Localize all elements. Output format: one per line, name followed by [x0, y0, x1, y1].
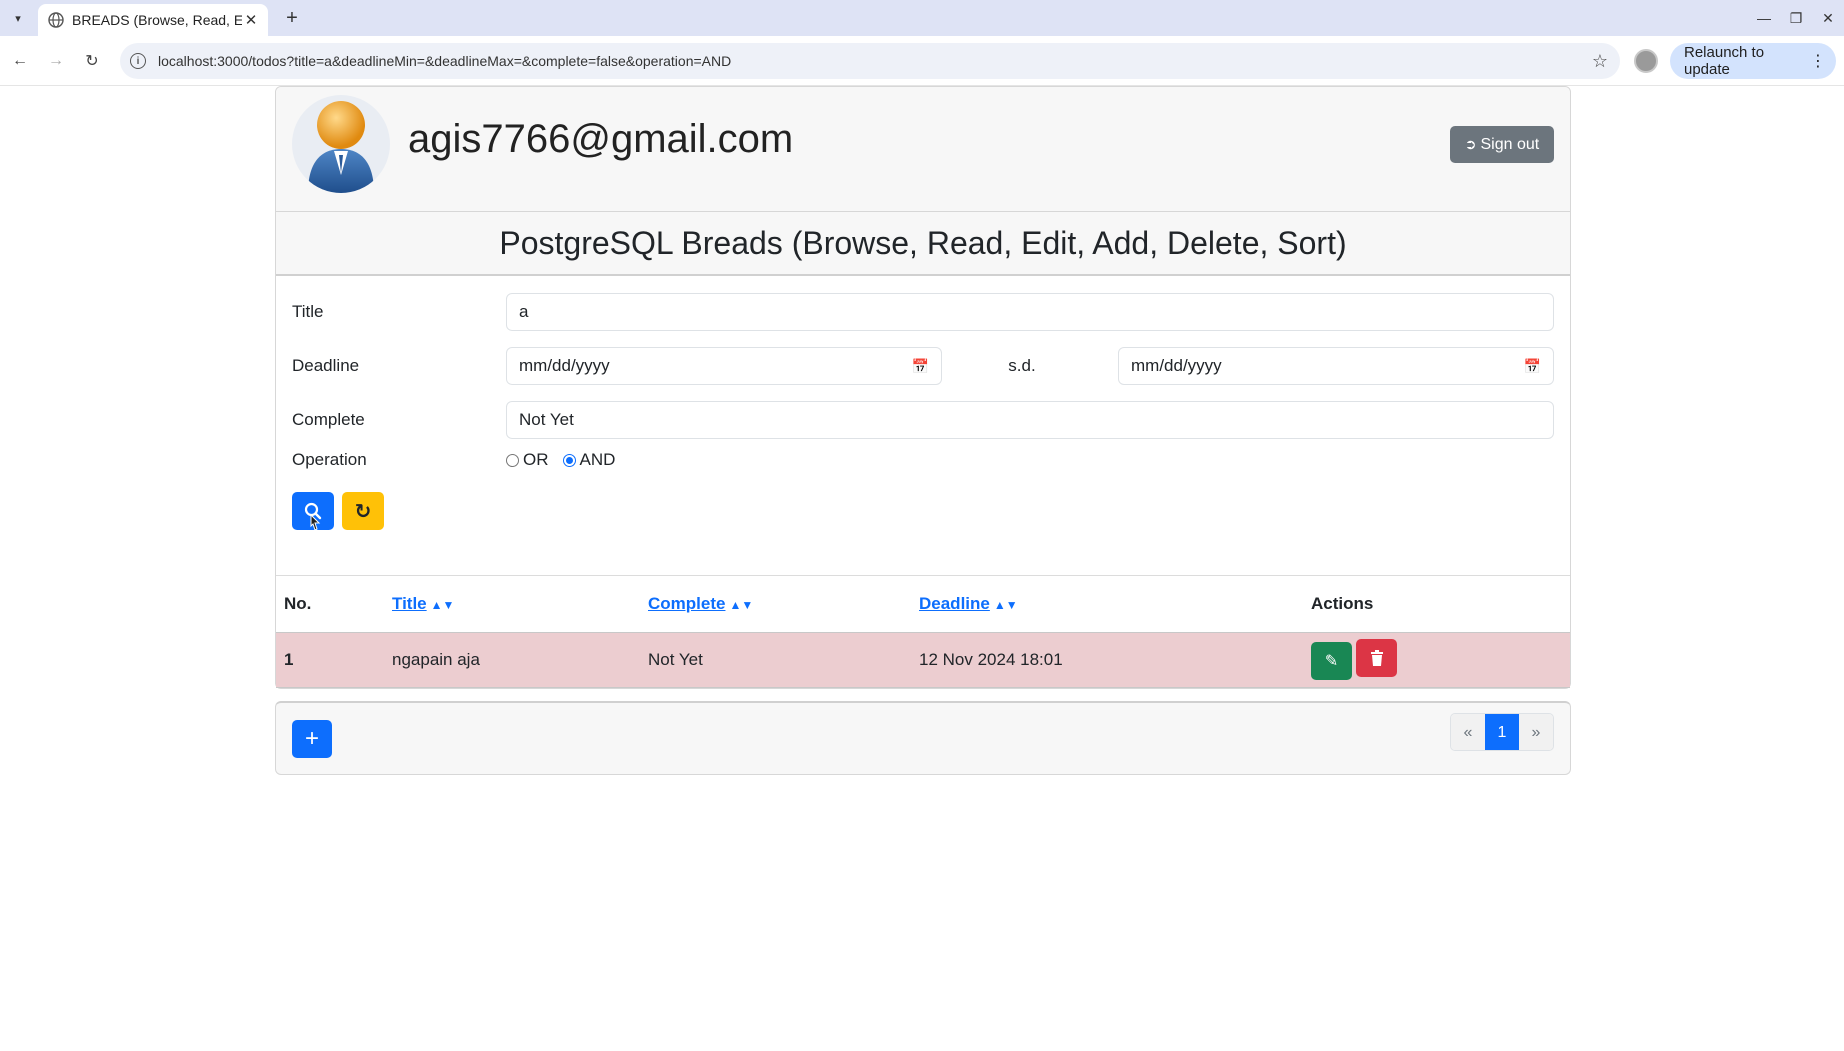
sign-out-icon: ➲: [1464, 136, 1477, 152]
row-complete: Not Yet: [640, 632, 911, 688]
new-tab-icon[interactable]: +: [280, 6, 304, 30]
site-info-icon[interactable]: i: [130, 53, 146, 69]
operation-filter-row: Operation OR AND: [292, 448, 1554, 472]
deadline-max-input[interactable]: mm/dd/yyyy 📅: [1118, 347, 1554, 385]
reload-icon[interactable]: ↻: [80, 49, 104, 73]
sort-icon[interactable]: ▲▼: [431, 598, 455, 612]
pagination-page-current[interactable]: 1: [1485, 714, 1519, 750]
main-container: agis7766@gmail.com ➲ Sign out PostgreSQL…: [275, 86, 1571, 689]
row-no: 1: [276, 632, 384, 688]
footer-bar: + « 1 »: [275, 701, 1571, 775]
more-options-icon[interactable]: ⋮: [1810, 51, 1826, 71]
sort-icon[interactable]: ▲▼: [729, 598, 753, 612]
title-filter-label: Title: [292, 302, 324, 321]
mouse-cursor-icon: [310, 514, 321, 531]
browser-tab-bar: ▾ BREADS (Browse, Read, Edit, Add, Delet…: [0, 0, 1844, 36]
reset-button[interactable]: ↻: [342, 492, 384, 530]
todo-table: No. Title ▲▼ Complete ▲▼ Deadline ▲▼ Action…: [276, 576, 1570, 688]
deadline-min-placeholder: mm/dd/yyyy: [519, 356, 610, 375]
globe-icon: [48, 12, 64, 28]
deadline-max-placeholder: mm/dd/yyyy: [1131, 356, 1222, 375]
add-todo-button[interactable]: +: [292, 720, 332, 758]
close-window-icon[interactable]: ✕: [1814, 6, 1842, 30]
browser-tab[interactable]: BREADS (Browse, Read, Edit, Add, Delete,…: [38, 4, 268, 36]
refresh-icon: ↻: [354, 500, 372, 523]
table-row: 1 ngapain aja Not Yet 12 Nov 2024 18:01 …: [276, 632, 1570, 688]
edit-button[interactable]: ✎: [1311, 642, 1352, 680]
row-actions: ✎: [1303, 632, 1570, 688]
title-filter-input[interactable]: a: [506, 293, 1554, 331]
title-bar: PostgreSQL Breads (Browse, Read, Edit, A…: [276, 212, 1570, 276]
sort-title-link[interactable]: Title: [392, 594, 427, 613]
sd-label: s.d.: [1008, 356, 1036, 375]
operation-filter-label: Operation: [292, 450, 367, 469]
trash-icon: [1370, 650, 1383, 666]
tab-search-chevron-icon[interactable]: ▾: [8, 8, 28, 28]
operation-radio-group: OR AND: [506, 450, 629, 470]
close-tab-icon[interactable]: ✕: [242, 11, 260, 29]
page-title: PostgreSQL Breads (Browse, Read, Edit, A…: [499, 224, 1347, 261]
pagination-prev[interactable]: «: [1451, 714, 1485, 750]
row-deadline: 12 Nov 2024 18:01: [911, 632, 1303, 688]
minimize-icon[interactable]: —: [1750, 6, 1778, 30]
complete-filter-row: Complete Not Yet: [292, 401, 1554, 439]
url-text: localhost:3000/todos?title=a&deadlineMin…: [158, 53, 732, 69]
relaunch-button[interactable]: Relaunch to update ⋮: [1670, 43, 1836, 79]
user-email: agis7766@gmail.com: [408, 117, 794, 161]
sort-deadline-link[interactable]: Deadline: [919, 594, 990, 613]
deadline-filter-row: Deadline mm/dd/yyyy 📅 s.d. mm/dd/yyyy 📅: [292, 347, 1554, 385]
filter-form: Title a Deadline mm/dd/yyyy 📅 s.d. mm/dd…: [276, 276, 1570, 576]
calendar-icon[interactable]: 📅: [1524, 358, 1541, 375]
deadline-min-input[interactable]: mm/dd/yyyy 📅: [506, 347, 942, 385]
forward-icon[interactable]: →: [44, 49, 68, 73]
delete-button[interactable]: [1356, 639, 1397, 677]
calendar-icon[interactable]: 📅: [912, 358, 929, 375]
operation-or-label[interactable]: OR: [523, 450, 549, 470]
col-no: No.: [276, 576, 384, 633]
profile-avatar-icon[interactable]: [1634, 49, 1658, 73]
complete-filter-label: Complete: [292, 410, 365, 429]
table-header-row: No. Title ▲▼ Complete ▲▼ Deadline ▲▼ Action…: [276, 576, 1570, 633]
bookmark-star-icon[interactable]: ☆: [1592, 51, 1608, 72]
operation-and-radio[interactable]: [562, 453, 576, 467]
col-complete[interactable]: Complete ▲▼: [640, 576, 911, 633]
todo-card: agis7766@gmail.com ➲ Sign out PostgreSQL…: [275, 86, 1571, 689]
col-actions: Actions: [1303, 576, 1570, 633]
operation-and-label[interactable]: AND: [580, 450, 616, 470]
sort-complete-link[interactable]: Complete: [648, 594, 725, 613]
address-bar[interactable]: i localhost:3000/todos?title=a&deadlineM…: [120, 43, 1620, 79]
tab-title: BREADS (Browse, Read, Edit, Add, Delete,…: [72, 12, 242, 28]
user-avatar-icon: [292, 95, 390, 193]
back-icon[interactable]: ←: [8, 49, 32, 73]
col-title[interactable]: Title ▲▼: [384, 576, 640, 633]
pagination: « 1 »: [1450, 713, 1554, 751]
row-title: ngapain aja: [384, 632, 640, 688]
sign-out-button[interactable]: ➲ Sign out: [1450, 126, 1554, 163]
browser-toolbar: ← → ↻ i localhost:3000/todos?title=a&dea…: [0, 36, 1844, 86]
sort-icon[interactable]: ▲▼: [994, 598, 1018, 612]
col-deadline[interactable]: Deadline ▲▼: [911, 576, 1303, 633]
user-header: agis7766@gmail.com ➲ Sign out: [276, 87, 1570, 212]
sign-out-label: Sign out: [1480, 135, 1540, 153]
pagination-next[interactable]: »: [1519, 714, 1553, 750]
plus-icon: +: [304, 725, 319, 752]
pencil-icon: ✎: [1324, 653, 1339, 670]
complete-filter-select[interactable]: Not Yet: [506, 401, 1554, 439]
restore-icon[interactable]: ❐: [1782, 6, 1810, 30]
operation-or-radio[interactable]: [506, 453, 519, 467]
deadline-filter-label: Deadline: [292, 356, 360, 375]
relaunch-label: Relaunch to update: [1684, 44, 1765, 78]
title-filter-row: Title a: [292, 293, 1554, 331]
